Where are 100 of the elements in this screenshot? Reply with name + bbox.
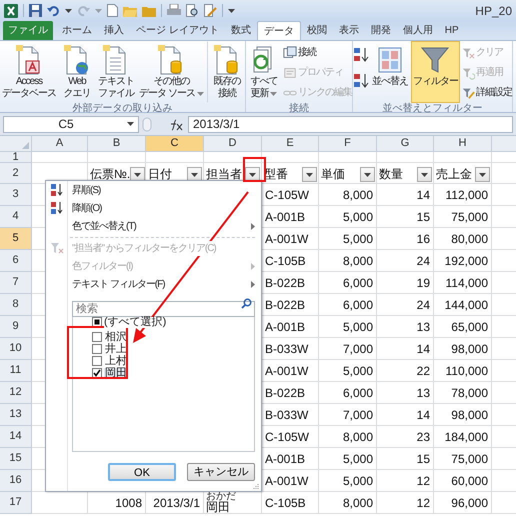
submenu-arrow-icon	[251, 280, 255, 288]
row-header[interactable]: 4	[0, 206, 32, 228]
ribbon-tab[interactable]: ファイル	[3, 21, 53, 40]
row-header[interactable]: 15	[0, 448, 32, 470]
row-header[interactable]: 6	[0, 250, 32, 272]
dialog-button[interactable]: OK	[108, 463, 176, 481]
ribbon-small-button[interactable]: 詳細設定	[460, 83, 512, 102]
row-header[interactable]: 11	[0, 360, 32, 382]
ribbon-tab[interactable]: ホーム	[56, 21, 98, 40]
caret-icon	[127, 122, 134, 126]
menu-item[interactable]: 降順(O)	[46, 199, 261, 217]
resize-grip-icon[interactable]	[253, 483, 259, 489]
table-cell: 13	[377, 382, 434, 404]
list-item-label[interactable]: (すべて選択)	[104, 316, 166, 328]
filter-button[interactable]	[475, 167, 490, 182]
filter-button[interactable]	[417, 167, 432, 182]
ribbon-button[interactable]: Web クエリ	[59, 41, 95, 103]
row-header[interactable]: 2	[0, 163, 32, 184]
ribbon-button[interactable]: すべて 更新	[246, 41, 282, 103]
magnifier-document-icon[interactable]	[186, 4, 199, 17]
ribbon-tab[interactable]: 数式	[224, 21, 257, 40]
highlight-box	[243, 157, 266, 182]
dialog-button[interactable]: キャンセル	[187, 463, 255, 481]
furigana: おかだ	[206, 492, 237, 502]
ribbon-tab[interactable]: 個人用	[396, 21, 439, 40]
row-header[interactable]: 7	[0, 272, 32, 294]
filter-button[interactable]	[302, 167, 317, 182]
printer-icon[interactable]	[167, 4, 181, 17]
advanced-filter-icon	[460, 86, 475, 100]
checkbox[interactable]	[92, 368, 102, 378]
column-header[interactable]: H	[434, 136, 492, 152]
checkbox[interactable]	[92, 344, 102, 354]
checkbox[interactable]	[92, 317, 102, 327]
ribbon-button[interactable]: 並べ替え	[370, 41, 410, 103]
search-field[interactable]: 検索	[72, 301, 255, 318]
table-cell: 5,000	[319, 228, 377, 250]
ribbon-button[interactable]: フィルター	[410, 41, 460, 103]
row-header[interactable]: 3	[0, 184, 32, 206]
tools-document-icon[interactable]	[204, 4, 217, 17]
save-icon[interactable]	[29, 4, 42, 17]
row-header[interactable]: 9	[0, 316, 32, 338]
ribbon-tab[interactable]: データ	[256, 21, 301, 40]
table-cell: 5,000	[319, 206, 377, 228]
ribbon-tab[interactable]: 校閲	[300, 21, 333, 40]
column-header[interactable]: A	[32, 136, 88, 152]
checkbox[interactable]	[92, 356, 102, 366]
name-box[interactable]: C5	[3, 116, 139, 132]
table-cell: 15	[377, 448, 434, 470]
menu-item[interactable]: 昇順(S)	[46, 181, 261, 199]
ribbon-button[interactable]: 既存の 接続	[206, 41, 245, 103]
splitter-handle-icon[interactable]	[142, 116, 152, 132]
column-header[interactable]: F	[319, 136, 377, 152]
ribbon-tab[interactable]: 挿入	[98, 21, 130, 40]
formula-field[interactable]: 2013/3/1	[188, 116, 513, 132]
row-header[interactable]: 16	[0, 470, 32, 492]
row-header[interactable]: 17	[0, 492, 32, 514]
table-cell: 5,000	[319, 448, 377, 470]
sort-descending-icon[interactable]	[352, 73, 369, 89]
list-item-label[interactable]: 井上	[104, 344, 128, 354]
table-cell: 112,000	[434, 184, 492, 206]
ribbon-button[interactable]: その他の データ ソース	[137, 41, 206, 103]
caret-icon	[134, 172, 142, 176]
menu-item[interactable]: テキスト フィルター(F)	[46, 275, 261, 293]
row-header[interactable]: 14	[0, 426, 32, 448]
new-file-icon[interactable]	[107, 4, 118, 17]
table-cell: 65,000	[434, 316, 492, 338]
row-header[interactable]: 12	[0, 382, 32, 404]
caret-icon	[306, 172, 313, 176]
table-cell: 98,000	[434, 338, 492, 360]
table-cell: 19	[377, 272, 434, 294]
table-cell: 114,000	[434, 272, 492, 294]
column-header[interactable]: G	[377, 136, 434, 152]
column-header[interactable]: E	[262, 136, 319, 152]
highlight-box	[67, 326, 128, 379]
ribbon-button[interactable]: Access データベース	[0, 41, 58, 103]
ribbon-button[interactable]: テキスト ファイル	[96, 41, 136, 103]
filter-button[interactable]	[360, 167, 375, 182]
table-cell: C-105B	[262, 492, 319, 514]
row-header[interactable]: 1	[0, 152, 32, 163]
ribbon-tab[interactable]: ページ レイアウト	[130, 21, 225, 40]
row-header[interactable]: 10	[0, 338, 32, 360]
ribbon-tab[interactable]: 表示	[332, 21, 365, 40]
table-cell: 5,000	[319, 316, 377, 338]
ribbon-small-button[interactable]: 接続	[282, 43, 352, 62]
app-icon[interactable]	[4, 4, 18, 18]
checkbox[interactable]	[92, 332, 102, 342]
undo-icon[interactable]	[47, 4, 60, 17]
ribbon-tab[interactable]: 開発	[364, 21, 397, 40]
table-cell: 8,000	[319, 184, 377, 206]
row-header[interactable]: 13	[0, 404, 32, 426]
column-header[interactable]: D	[204, 136, 262, 152]
list-item-label[interactable]: 相沢	[104, 332, 128, 342]
sort-ascending-icon[interactable]	[352, 47, 369, 63]
ribbon-tab[interactable]: HP	[438, 21, 465, 40]
menu-item[interactable]: 色で並べ替え(T)	[46, 217, 261, 235]
column-header[interactable]: C	[146, 136, 204, 152]
row-header[interactable]: 5	[0, 228, 32, 250]
column-header[interactable]: B	[88, 136, 146, 152]
list-item-label[interactable]: 上村	[104, 356, 128, 366]
row-header[interactable]: 8	[0, 294, 32, 316]
